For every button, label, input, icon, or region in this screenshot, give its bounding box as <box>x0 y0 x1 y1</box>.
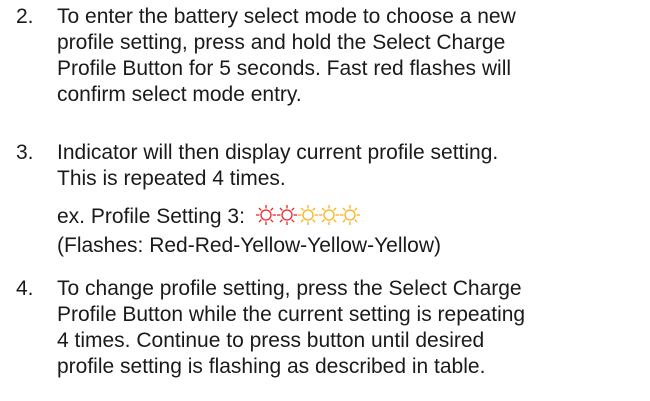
text-line: profile setting, press and hold the Sele… <box>57 31 506 54</box>
red-flash-icon <box>255 205 276 225</box>
step-text: To enter the battery select mode to choo… <box>57 4 646 108</box>
text-line: Profile Button while the current setting… <box>57 303 526 326</box>
flash-sequence <box>255 204 360 233</box>
text-line: This is repeated 4 times. <box>57 167 286 190</box>
red-flash-icon <box>276 205 297 225</box>
text-line: profile setting is flashing as described… <box>57 355 486 378</box>
yellow-flash-icon <box>318 205 339 225</box>
yellow-flash-icon <box>297 205 318 225</box>
instruction-document: 2. To enter the battery select mode to c… <box>0 0 650 401</box>
profile-example: ex. Profile Setting 3: (Flashes: Red-Red… <box>57 204 441 259</box>
example-row: ex. Profile Setting 3: <box>57 204 441 233</box>
text-line: Profile Button for 5 seconds. Fast red f… <box>57 57 512 80</box>
text-line: To change profile setting, press the Sel… <box>57 277 522 300</box>
example-caption: (Flashes: Red-Red-Yellow-Yellow-Yellow) <box>57 234 442 257</box>
text-line: Indicator will then display current prof… <box>57 141 499 164</box>
step-number: 4. <box>16 277 34 300</box>
text-line: 4 times. Continue to press button until … <box>57 329 485 352</box>
step-number: 3. <box>16 141 34 164</box>
example-label: ex. Profile Setting 3: <box>57 205 245 228</box>
text-line: confirm select mode entry. <box>57 83 302 106</box>
yellow-flash-icon <box>339 205 360 225</box>
text-line: To enter the battery select mode to choo… <box>57 5 516 28</box>
step-text: Indicator will then display current prof… <box>57 140 646 192</box>
step-text: To change profile setting, press the Sel… <box>57 276 646 380</box>
step-number: 2. <box>16 5 34 28</box>
